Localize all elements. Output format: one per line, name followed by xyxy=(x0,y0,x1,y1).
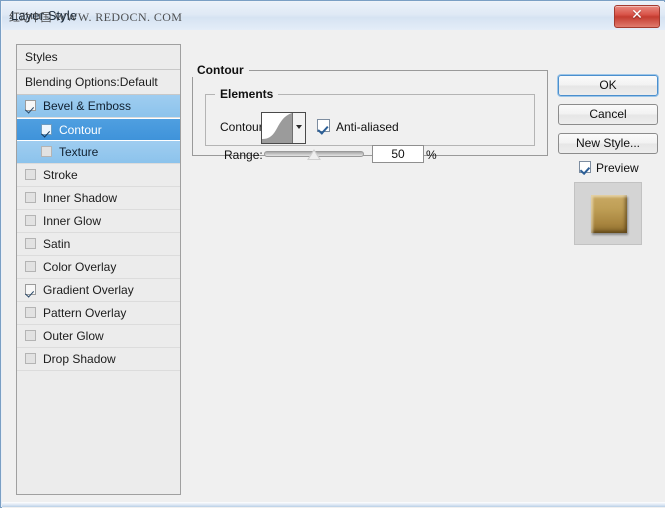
style-checkbox-11[interactable] xyxy=(25,353,36,364)
contour-curve-icon xyxy=(262,113,292,143)
range-input[interactable] xyxy=(372,145,424,163)
watermark-cn-text: 红动中国 xyxy=(9,11,52,24)
contour-field-label: Contour: xyxy=(220,120,267,134)
style-checkbox-4[interactable] xyxy=(25,192,36,203)
watermark-en-text: WWW. REDOCN. COM xyxy=(54,10,183,24)
chevron-down-icon[interactable] xyxy=(292,113,305,143)
style-checkbox-3[interactable] xyxy=(25,169,36,180)
style-label: Pattern Overlay xyxy=(43,306,127,321)
style-checkbox-6[interactable] xyxy=(25,238,36,249)
range-field-label: Range: xyxy=(224,148,263,162)
style-label: Inner Glow xyxy=(43,214,102,229)
styles-panel: Styles Blending Options:Default Bevel & … xyxy=(16,44,181,495)
style-label: Color Overlay xyxy=(43,260,117,275)
style-label: Texture xyxy=(59,145,99,160)
style-row-outer-glow[interactable]: Outer Glow xyxy=(17,325,180,348)
style-label: Outer Glow xyxy=(43,329,104,344)
layer-preview-thumbnail xyxy=(574,182,642,245)
title-bar: Layer Style 红动中国 WWW. REDOCN. COM ✕ xyxy=(2,2,665,31)
dialog-body: Styles Blending Options:Default Bevel & … xyxy=(2,30,665,508)
styles-panel-header: Styles xyxy=(17,45,180,70)
style-row-inner-shadow[interactable]: Inner Shadow xyxy=(17,187,180,210)
style-row-pattern-overlay[interactable]: Pattern Overlay xyxy=(17,302,180,325)
range-percent-unit: % xyxy=(426,148,437,162)
style-row-gradient-overlay[interactable]: Gradient Overlay xyxy=(17,279,180,302)
style-checkbox-1[interactable] xyxy=(41,124,52,135)
style-label: Contour xyxy=(59,123,102,138)
style-label: Drop Shadow xyxy=(43,352,116,367)
style-checkbox-10[interactable] xyxy=(25,330,36,341)
title-watermark: 红动中国 WWW. REDOCN. COM xyxy=(9,9,182,25)
style-label: Bevel & Emboss xyxy=(43,99,132,114)
new-style-button[interactable]: New Style... xyxy=(558,133,658,154)
cancel-button[interactable]: Cancel xyxy=(558,104,658,125)
style-row-satin[interactable]: Satin xyxy=(17,233,180,256)
style-row-drop-shadow[interactable]: Drop Shadow xyxy=(17,348,180,371)
preview-swatch xyxy=(591,195,627,233)
style-row-stroke[interactable]: Stroke xyxy=(17,164,180,187)
style-row-inner-glow[interactable]: Inner Glow xyxy=(17,210,180,233)
bottom-strip xyxy=(2,502,665,507)
close-button[interactable]: ✕ xyxy=(614,5,660,28)
close-icon: ✕ xyxy=(631,7,643,23)
style-label: Gradient Overlay xyxy=(43,283,134,298)
style-label: Satin xyxy=(43,237,71,252)
style-label: Inner Shadow xyxy=(43,191,118,206)
style-checkbox-7[interactable] xyxy=(25,261,36,272)
blending-options-row[interactable]: Blending Options:Default xyxy=(17,70,180,95)
styles-list: Bevel & Emboss Contour Texture Stroke Inner … xyxy=(17,95,180,371)
photoshop-layer-style-dialog: Layer Style 红动中国 WWW. REDOCN. COM ✕ Styl… xyxy=(0,0,665,508)
style-row-contour[interactable]: Contour xyxy=(17,118,180,141)
style-checkbox-8[interactable] xyxy=(25,284,36,295)
anti-aliased-checkbox[interactable] xyxy=(317,119,330,132)
dialog-window: Layer Style 红动中国 WWW. REDOCN. COM ✕ Styl… xyxy=(0,0,665,508)
style-row-color-overlay[interactable]: Color Overlay xyxy=(17,256,180,279)
range-slider-thumb[interactable] xyxy=(307,149,321,160)
ok-button[interactable]: OK xyxy=(558,75,658,96)
style-checkbox-2[interactable] xyxy=(41,146,52,157)
style-checkbox-9[interactable] xyxy=(25,307,36,318)
style-row-texture[interactable]: Texture xyxy=(17,141,180,164)
style-label: Stroke xyxy=(43,168,78,183)
contour-group-title: Contour xyxy=(192,63,249,77)
elements-group-title: Elements xyxy=(215,87,279,101)
preview-checkbox[interactable] xyxy=(579,161,591,173)
contour-preset-picker[interactable] xyxy=(261,112,306,144)
style-row-bevel-emboss[interactable]: Bevel & Emboss xyxy=(17,95,180,118)
style-checkbox-0[interactable] xyxy=(25,100,36,111)
preview-label: Preview xyxy=(596,161,639,175)
style-checkbox-5[interactable] xyxy=(25,215,36,226)
anti-aliased-label: Anti-aliased xyxy=(336,120,399,134)
